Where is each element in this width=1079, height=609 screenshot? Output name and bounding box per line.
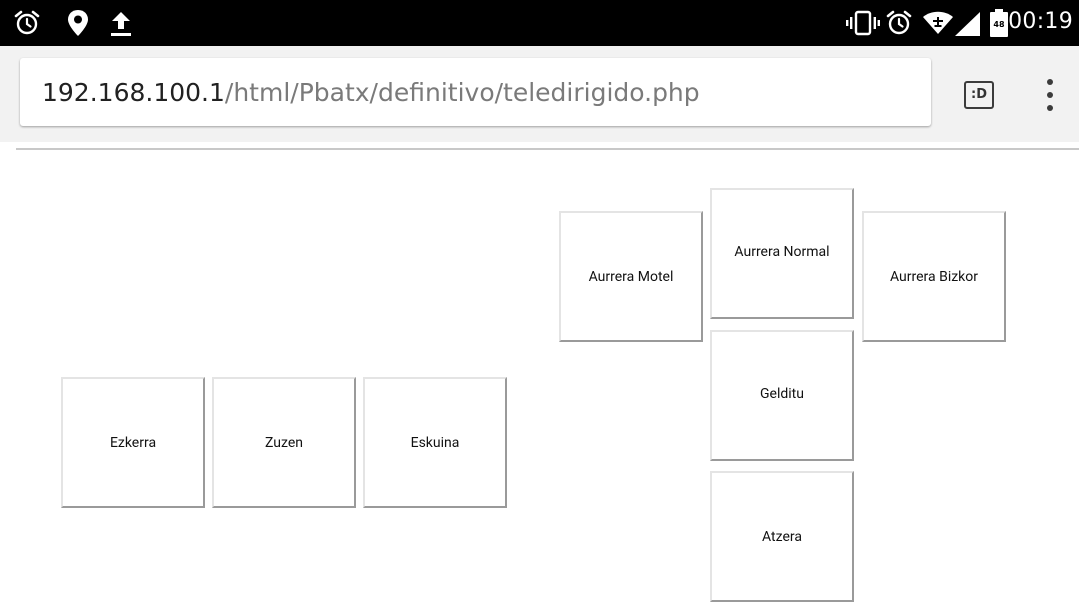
right-button[interactable]: Eskuina <box>363 377 507 508</box>
url-text[interactable]: 192.168.100.1/html/Pbatx/definitivo/tele… <box>42 78 700 108</box>
upload-icon <box>111 12 131 36</box>
alarm-icon <box>14 10 40 35</box>
status-time: 00:19 <box>1008 9 1073 34</box>
stop-button[interactable]: Gelditu <box>710 330 854 461</box>
battery-icon: 48 <box>990 9 1008 37</box>
left-button[interactable]: Ezkerra <box>61 377 205 508</box>
location-icon <box>68 10 88 36</box>
backward-button[interactable]: Atzera <box>710 471 854 602</box>
url-bar[interactable]: 192.168.100.1/html/Pbatx/definitivo/tele… <box>20 58 931 126</box>
wifi-icon <box>923 11 953 34</box>
toolbar-divider <box>16 148 1079 150</box>
tab-switcher-button[interactable]: :D <box>964 81 994 109</box>
vibrate-icon <box>846 10 880 36</box>
url-host: 192.168.100.1 <box>42 78 225 107</box>
battery-level: 48 <box>993 20 1005 29</box>
forward-slow-button[interactable]: Aurrera Motel <box>559 211 703 342</box>
forward-normal-button[interactable]: Aurrera Normal <box>710 188 854 319</box>
alarm-icon <box>886 10 912 35</box>
forward-fast-button[interactable]: Aurrera Bizkor <box>862 211 1006 342</box>
browser-toolbar: 192.168.100.1/html/Pbatx/definitivo/tele… <box>0 46 1079 142</box>
straight-button[interactable]: Zuzen <box>212 377 356 508</box>
signal-icon <box>955 12 980 36</box>
overflow-menu-icon[interactable] <box>1042 79 1058 111</box>
url-path: /html/Pbatx/definitivo/teledirigido.php <box>224 78 700 107</box>
status-bar: 48 00:19 <box>0 0 1079 46</box>
